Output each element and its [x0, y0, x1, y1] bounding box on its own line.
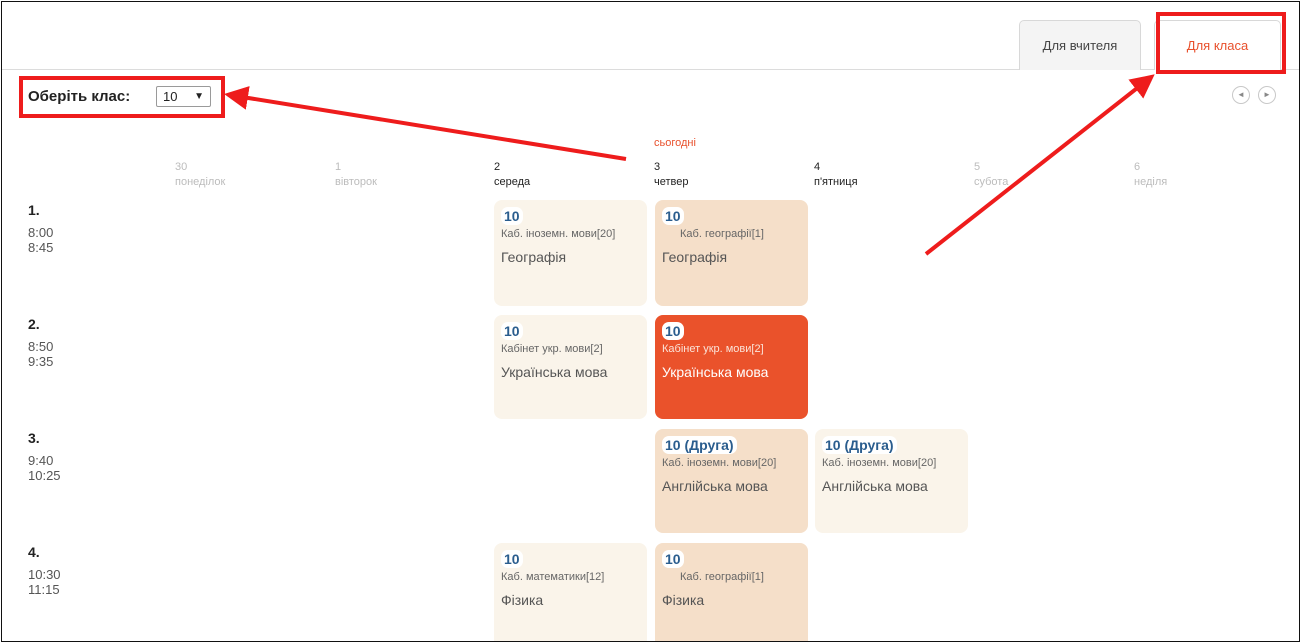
lesson-subject: Українська мова	[662, 364, 769, 380]
day-number: 6	[1134, 161, 1141, 173]
day-header-friday: 4 п'ятниця	[814, 160, 858, 190]
arrow-to-class-selector	[224, 86, 627, 161]
lesson-subject: Українська мова	[501, 364, 608, 380]
day-header-saturday: 5 субота	[974, 160, 1008, 190]
lesson-group: 10	[501, 322, 523, 340]
day-header-tuesday: 1 вівторок	[335, 160, 377, 190]
day-name: субота	[974, 176, 1009, 188]
lesson-subject: Географія	[501, 249, 567, 265]
lesson-room: Каб. географії[1]	[680, 228, 764, 240]
class-select-dropdown[interactable]: 10 ▼	[156, 86, 211, 107]
day-name: п'ятниця	[814, 176, 858, 188]
class-select-value: 10	[163, 89, 178, 104]
period-number: 2.	[28, 316, 40, 332]
period-time: 8:00 8:45	[28, 225, 53, 255]
lesson-card[interactable]: 10 (Друга) Каб. іноземн. мови[20] Англій…	[815, 429, 968, 533]
day-number: 4	[814, 161, 821, 173]
prev-week-button[interactable]: ◄	[1232, 86, 1250, 104]
day-number: 2	[494, 161, 501, 173]
period-end: 11:15	[28, 582, 60, 597]
day-number: 5	[974, 161, 981, 173]
lesson-room: Кабінет укр. мови[2]	[662, 343, 764, 355]
tab-for-class[interactable]: Для класа	[1154, 20, 1281, 70]
tab-for-teacher[interactable]: Для вчителя	[1019, 20, 1141, 70]
lesson-card-selected[interactable]: 10 Кабінет укр. мови[2] Українська мова	[655, 315, 808, 419]
day-number: 30	[175, 161, 188, 173]
period-end: 8:45	[28, 240, 54, 255]
day-header-monday: 30 понеділок	[175, 160, 225, 190]
lesson-group: 10	[662, 550, 684, 568]
lesson-card[interactable]: 10 Каб. іноземн. мови[20] Географія	[494, 200, 647, 306]
period-3: 3. 9:40 10:25	[28, 429, 61, 483]
day-number: 3	[654, 161, 661, 173]
lesson-subject: Англійська мова	[822, 478, 928, 494]
lesson-room: Каб. іноземн. мови[20]	[822, 457, 937, 469]
day-header-thursday: 3 четвер	[654, 160, 688, 190]
lesson-card[interactable]: 10 Каб. географії[1] Географія	[655, 200, 808, 306]
period-1: 1. 8:00 8:45	[28, 201, 53, 255]
lesson-room: Каб. математики[12]	[501, 571, 605, 583]
period-2: 2. 8:50 9:35	[28, 315, 53, 369]
lesson-room: Кабінет укр. мови[2]	[501, 343, 603, 355]
period-time: 9:40 10:25	[28, 453, 61, 483]
period-number: 4.	[28, 544, 40, 560]
lesson-group: 10	[662, 207, 684, 225]
day-name: неділя	[1134, 176, 1168, 188]
lesson-card[interactable]: 10 Каб. географії[1] Фізика	[655, 543, 808, 641]
period-number: 1.	[28, 202, 40, 218]
lesson-subject: Англійська мова	[662, 478, 768, 494]
lesson-group: 10 (Друга)	[822, 436, 897, 454]
day-header-sunday: 6 неділя	[1134, 160, 1167, 190]
arrow-to-class-tab	[924, 74, 1155, 256]
day-header-wednesday: 2 середа	[494, 160, 530, 190]
lesson-card[interactable]: 10 Каб. математики[12] Фізика	[494, 543, 647, 641]
lesson-room: Каб. іноземн. мови[20]	[501, 228, 616, 240]
day-number: 1	[335, 161, 342, 173]
lesson-room: Каб. географії[1]	[680, 571, 764, 583]
schedule-frame: Для вчителя Для класа Оберіть клас: 10 ▼…	[1, 1, 1300, 642]
lesson-group: 10	[501, 550, 523, 568]
lesson-room: Каб. іноземн. мови[20]	[662, 457, 777, 469]
lesson-subject: Фізика	[501, 592, 544, 608]
today-label: сьогодні	[654, 137, 696, 149]
period-start: 9:40	[28, 453, 54, 468]
period-4: 4. 10:30 11:15	[28, 543, 61, 597]
day-name: середа	[494, 176, 531, 188]
lesson-group: 10	[662, 322, 684, 340]
period-start: 8:50	[28, 339, 54, 354]
day-name: вівторок	[335, 176, 377, 188]
day-name: четвер	[654, 176, 689, 188]
period-start: 10:30	[28, 567, 61, 582]
day-name: понеділок	[175, 176, 226, 188]
next-week-button[interactable]: ►	[1258, 86, 1276, 104]
period-number: 3.	[28, 430, 40, 446]
period-end: 10:25	[28, 468, 61, 483]
lesson-card[interactable]: 10 Кабінет укр. мови[2] Українська мова	[494, 315, 647, 419]
period-time: 10:30 11:15	[28, 567, 61, 597]
lesson-card[interactable]: 10 (Друга) Каб. іноземн. мови[20] Англій…	[655, 429, 808, 533]
class-selector-label: Оберіть клас:	[28, 88, 131, 105]
lesson-subject: Фізика	[662, 592, 705, 608]
lesson-group: 10 (Друга)	[662, 436, 737, 454]
lesson-subject: Географія	[662, 249, 728, 265]
period-time: 8:50 9:35	[28, 339, 53, 369]
period-end: 9:35	[28, 354, 54, 369]
lesson-group: 10	[501, 207, 523, 225]
dropdown-arrow-icon: ▼	[194, 91, 204, 102]
period-start: 8:00	[28, 225, 54, 240]
